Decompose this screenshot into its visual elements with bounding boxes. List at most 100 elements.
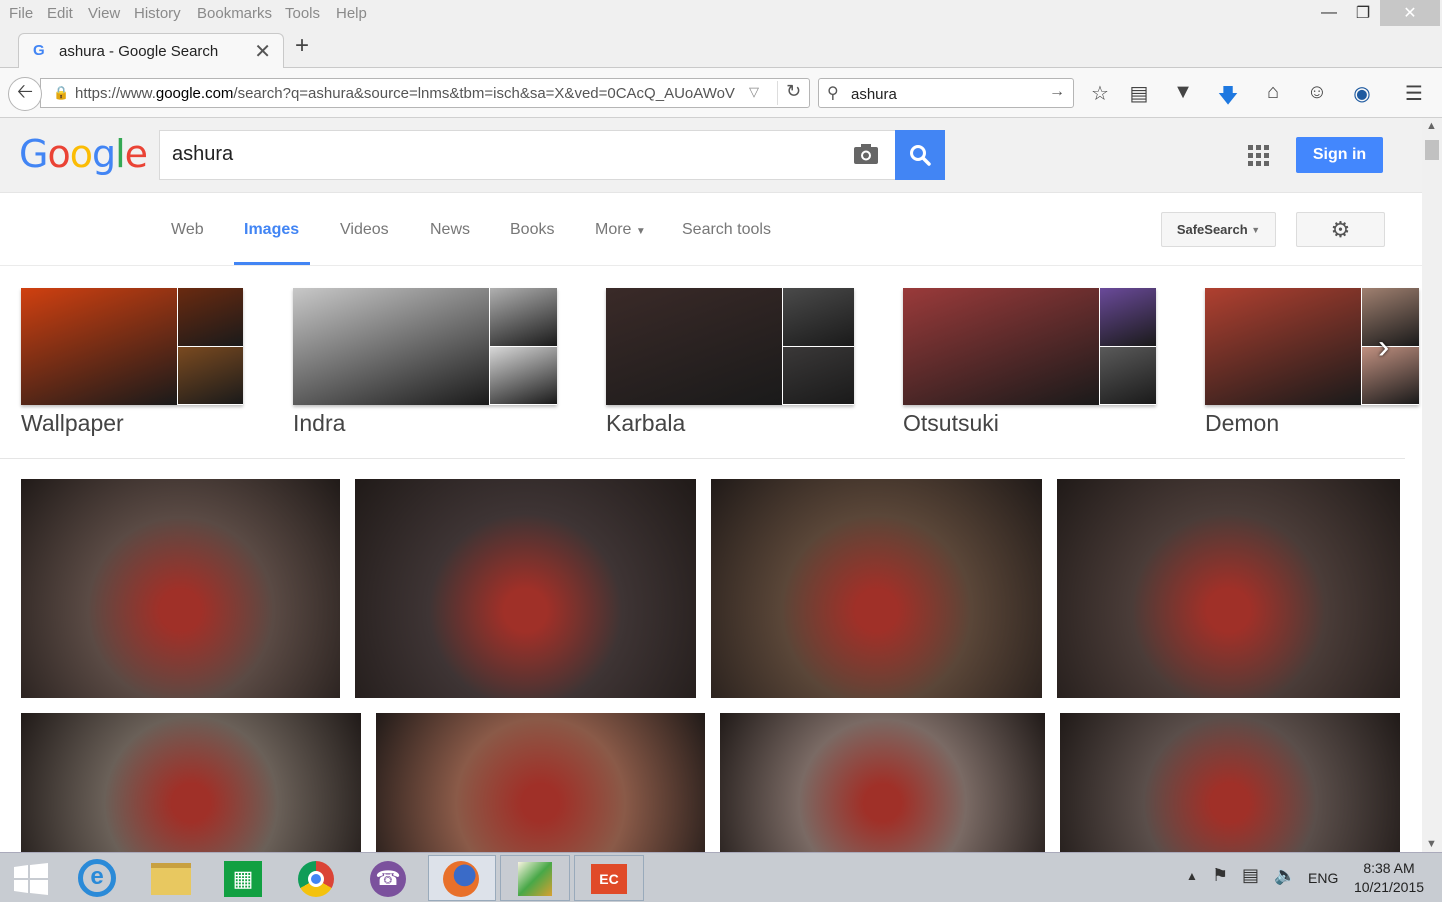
network-icon[interactable]: ▤ bbox=[1242, 865, 1259, 886]
browser-search-input[interactable]: ashura bbox=[851, 86, 897, 103]
action-center-flag-icon[interactable]: ⚑ bbox=[1212, 865, 1228, 886]
image-result[interactable] bbox=[711, 479, 1042, 698]
tab-more[interactable]: More ▼ bbox=[595, 221, 646, 239]
search-icon bbox=[910, 145, 931, 166]
scroll-up-icon[interactable]: ▲ bbox=[1426, 120, 1437, 132]
vertical-scrollbar[interactable]: ▲ ▼ bbox=[1422, 118, 1442, 852]
safesearch-button[interactable]: SafeSearch ▼ bbox=[1161, 212, 1276, 247]
back-button[interactable]: 🡠 bbox=[8, 77, 42, 111]
collection-image bbox=[177, 346, 243, 404]
reload-icon[interactable]: ↻ bbox=[777, 81, 809, 105]
image-result[interactable] bbox=[21, 479, 340, 698]
paint-taskbar-button[interactable] bbox=[500, 855, 570, 901]
google-favicon-icon: G bbox=[33, 42, 45, 59]
menu-bookmarks[interactable]: Bookmarks bbox=[197, 5, 272, 22]
menu-file[interactable]: File bbox=[9, 5, 33, 22]
clock-date: 10/21/2015 bbox=[1353, 879, 1425, 895]
collection-image bbox=[782, 288, 854, 346]
tab-images[interactable]: Images bbox=[244, 221, 299, 239]
firefox-icon bbox=[443, 861, 479, 897]
menu-history[interactable]: History bbox=[134, 5, 181, 22]
downloads-icon[interactable]: 🡇 bbox=[1215, 81, 1241, 115]
google-logo[interactable]: Google bbox=[19, 132, 148, 176]
collection-label: Otsutsuki bbox=[903, 410, 999, 436]
close-tab-icon[interactable]: ✕ bbox=[254, 39, 271, 64]
navigation-bar: 🔒 https://www.google.com/search?q=ashura… bbox=[0, 68, 1442, 118]
tab-videos[interactable]: Videos bbox=[340, 221, 389, 239]
image-result[interactable] bbox=[376, 713, 705, 852]
volume-icon[interactable]: 🔈 bbox=[1274, 865, 1296, 886]
url-history-dropdown-icon[interactable]: ▽ bbox=[749, 84, 759, 100]
home-icon[interactable]: ⌂ bbox=[1260, 81, 1286, 104]
clock[interactable]: 8:38 AM 10/21/2015 bbox=[1348, 859, 1430, 897]
menu-help[interactable]: Help bbox=[336, 5, 367, 22]
search-input[interactable]: ashura bbox=[172, 143, 233, 166]
search-go-icon[interactable]: → bbox=[1049, 83, 1065, 101]
image-result[interactable] bbox=[21, 713, 361, 852]
menu-bar: File Edit View History Bookmarks Tools H… bbox=[0, 0, 1442, 28]
chevron-right-icon[interactable]: › bbox=[1378, 328, 1389, 367]
firefox-taskbar-button[interactable] bbox=[428, 855, 496, 901]
url-bar[interactable]: 🔒 https://www.google.com/search?q=ashura… bbox=[40, 78, 810, 108]
tab-web[interactable]: Web bbox=[171, 221, 204, 239]
tab-bar: G ashura - Google Search ✕ + bbox=[0, 28, 1442, 69]
new-tab-button[interactable]: + bbox=[295, 32, 309, 60]
apps-grid-icon[interactable] bbox=[1248, 145, 1270, 167]
close-window-button[interactable]: ✕ bbox=[1380, 0, 1440, 26]
settings-gear-button[interactable]: ⚙ bbox=[1296, 212, 1385, 247]
menu-tools[interactable]: Tools bbox=[285, 5, 320, 22]
sign-in-button[interactable]: Sign in bbox=[1296, 137, 1383, 173]
browser-tab[interactable]: G ashura - Google Search ✕ bbox=[18, 33, 284, 69]
clock-time: 8:38 AM bbox=[1363, 860, 1415, 876]
search-icon: ⚲ bbox=[827, 85, 839, 102]
divider bbox=[0, 458, 1405, 459]
menu-edit[interactable]: Edit bbox=[47, 5, 73, 22]
tab-books[interactable]: Books bbox=[510, 221, 554, 239]
bookmarks-list-icon[interactable]: ▤ bbox=[1126, 81, 1152, 106]
store-icon[interactable]: ▦ bbox=[224, 861, 262, 897]
browser-search-bar[interactable]: ⚲ ashura → bbox=[818, 78, 1074, 108]
scroll-down-icon[interactable]: ▼ bbox=[1426, 838, 1437, 850]
hamburger-menu-icon[interactable]: ☰ bbox=[1401, 81, 1427, 106]
collection-image bbox=[21, 288, 177, 405]
collection-image bbox=[1361, 346, 1419, 404]
caret-down-icon: ▼ bbox=[1251, 224, 1261, 235]
collection-label: Indra bbox=[293, 410, 346, 436]
camera-icon[interactable] bbox=[853, 143, 879, 165]
google-search-box[interactable]: ashura bbox=[159, 130, 896, 180]
collection-image bbox=[903, 288, 1099, 405]
paint-icon bbox=[518, 862, 552, 896]
bookmark-star-icon[interactable]: ☆ bbox=[1087, 81, 1113, 106]
tab-search-tools[interactable]: Search tools bbox=[682, 221, 771, 239]
internet-explorer-icon[interactable]: e bbox=[78, 859, 116, 897]
collection-image bbox=[489, 288, 557, 346]
extension-icon[interactable]: ◉ bbox=[1349, 81, 1375, 106]
show-hidden-icons-icon[interactable]: ▲ bbox=[1186, 869, 1198, 883]
pocket-icon[interactable]: ▼ bbox=[1170, 81, 1196, 104]
chrome-icon[interactable] bbox=[298, 861, 334, 897]
menu-view[interactable]: View bbox=[88, 5, 120, 22]
windows-taskbar: e ▦ ☎ EC ▲ ⚑ ▤ 🔈 ENG 8:38 AM 10/21/2015 bbox=[0, 852, 1442, 902]
tab-title: ashura - Google Search bbox=[59, 43, 219, 60]
collection-image bbox=[782, 346, 854, 404]
language-indicator[interactable]: ENG bbox=[1308, 870, 1338, 886]
gear-icon: ⚙ bbox=[1330, 216, 1351, 242]
search-button[interactable] bbox=[895, 130, 945, 180]
image-result[interactable] bbox=[720, 713, 1045, 852]
image-result[interactable] bbox=[355, 479, 696, 698]
search-tabs: Web Images Videos News Books More ▼ Sear… bbox=[0, 193, 1422, 266]
presentation-taskbar-button[interactable]: EC bbox=[574, 855, 644, 901]
collection-image bbox=[1361, 288, 1419, 346]
start-button[interactable] bbox=[14, 863, 48, 895]
image-result[interactable] bbox=[1060, 713, 1400, 852]
scroll-thumb[interactable] bbox=[1425, 140, 1439, 160]
caret-down-icon: ▼ bbox=[635, 226, 646, 237]
lock-icon: 🔒 bbox=[53, 85, 70, 100]
tab-news[interactable]: News bbox=[430, 221, 470, 239]
file-explorer-icon[interactable] bbox=[151, 863, 191, 895]
hello-chat-icon[interactable]: ☺ bbox=[1304, 81, 1330, 104]
viber-icon[interactable]: ☎ bbox=[370, 861, 406, 897]
collection-image bbox=[293, 288, 489, 405]
url-text[interactable]: https://www.google.com/search?q=ashura&s… bbox=[75, 85, 745, 102]
image-result[interactable] bbox=[1057, 479, 1400, 698]
